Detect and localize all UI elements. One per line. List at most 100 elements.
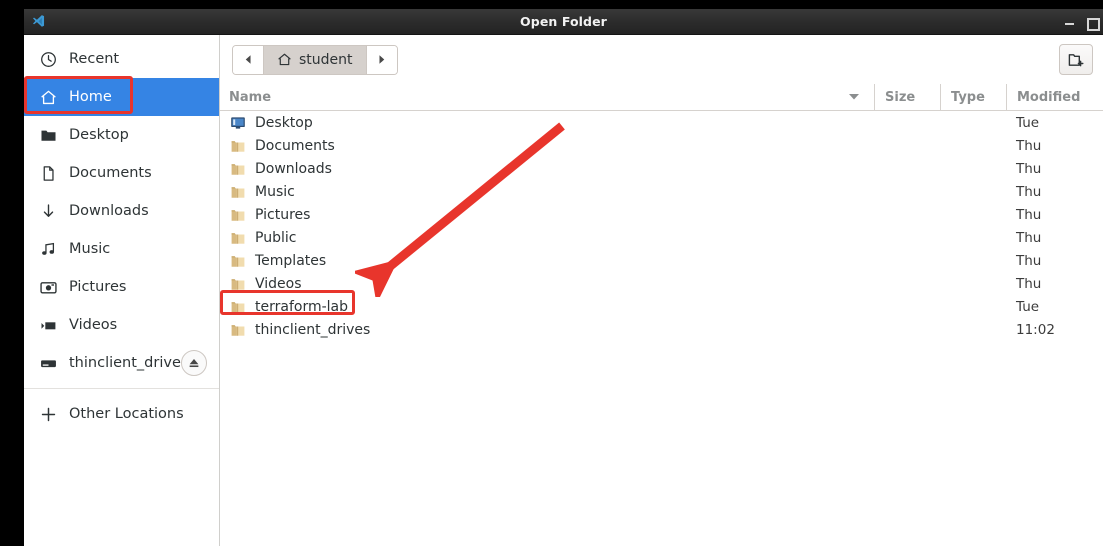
- file-name-label: Documents: [255, 137, 335, 154]
- eject-button[interactable]: [181, 350, 207, 376]
- file-name-cell: Downloads: [220, 161, 874, 177]
- file-name-label: Music: [255, 183, 295, 200]
- file-modified-cell: Thu: [1016, 160, 1042, 177]
- file-modified-cell: Thu: [1016, 229, 1042, 246]
- file-row-music[interactable]: Music Thu: [220, 180, 1103, 203]
- sidebar-item-home[interactable]: Home: [24, 78, 219, 116]
- title-bar: Open Folder: [24, 9, 1103, 35]
- folder-icon: [230, 322, 246, 338]
- new-folder-button[interactable]: [1059, 44, 1093, 75]
- folder-icon: [230, 276, 246, 292]
- column-header-name[interactable]: Name: [220, 84, 874, 110]
- sidebar-item-thinclient-drives[interactable]: thinclient_drives: [24, 344, 219, 382]
- file-name-cell: terraform-lab: [220, 299, 874, 315]
- file-modified-cell: Thu: [1016, 206, 1042, 223]
- sidebar-item-downloads[interactable]: Downloads: [24, 192, 219, 230]
- column-headers: Name Size Type Modified: [220, 84, 1103, 111]
- places-sidebar: Recent Home Desktop Documents Downloads …: [24, 35, 220, 546]
- sidebar-item-label: Pictures: [69, 279, 127, 295]
- file-list[interactable]: Desktop Tue Documents Thu Downloads Thu Music T…: [220, 111, 1103, 546]
- file-modified-cell: Tue: [1016, 114, 1040, 131]
- minimize-button[interactable]: [1064, 17, 1075, 28]
- sidebar-item-label: thinclient_drives: [69, 355, 189, 371]
- column-label: Size: [885, 89, 916, 105]
- column-header-size[interactable]: Size: [874, 84, 940, 110]
- file-name-cell: Public: [220, 230, 874, 246]
- breadcrumb-current[interactable]: student: [263, 45, 367, 74]
- file-row-downloads[interactable]: Downloads Thu: [220, 157, 1103, 180]
- file-modified-cell: Thu: [1016, 252, 1042, 269]
- file-modified-cell: Thu: [1016, 137, 1042, 154]
- sidebar-item-desktop[interactable]: Desktop: [24, 116, 219, 154]
- sidebar-item-recent[interactable]: Recent: [24, 40, 219, 78]
- file-row-pictures[interactable]: Pictures Thu: [220, 203, 1103, 226]
- home-icon: [40, 89, 57, 106]
- column-label: Type: [951, 89, 985, 105]
- path-bar: student: [220, 35, 1103, 84]
- folder-icon: [230, 138, 246, 154]
- sidebar-item-label: Home: [69, 89, 112, 105]
- window-body: Recent Home Desktop Documents Downloads …: [24, 35, 1103, 546]
- sidebar-item-music[interactable]: Music: [24, 230, 219, 268]
- sidebar-divider: [24, 388, 219, 389]
- file-name-label: terraform-lab: [255, 298, 348, 315]
- file-name-label: Pictures: [255, 206, 311, 223]
- breadcrumb-label: student: [299, 51, 353, 68]
- sort-descending-caret-icon: [848, 90, 860, 105]
- file-row-videos[interactable]: Videos Thu: [220, 272, 1103, 295]
- folder-icon: [230, 184, 246, 200]
- folder-icon: [40, 127, 57, 144]
- home-icon: [277, 52, 292, 67]
- plus-icon: [40, 406, 57, 423]
- folder-icon: [230, 299, 246, 315]
- document-icon: [40, 165, 57, 182]
- file-row-desktop[interactable]: Desktop Tue: [220, 111, 1103, 134]
- sidebar-item-other-locations[interactable]: Other Locations: [24, 395, 219, 433]
- window-title: Open Folder: [520, 14, 607, 29]
- file-name-label: Videos: [255, 275, 302, 292]
- file-row-templates[interactable]: Templates Thu: [220, 249, 1103, 272]
- file-row-public[interactable]: Public Thu: [220, 226, 1103, 249]
- sidebar-item-label: Downloads: [69, 203, 149, 219]
- column-label: Name: [229, 89, 272, 105]
- sidebar-item-label: Documents: [69, 165, 152, 181]
- breadcrumb: student: [232, 44, 398, 75]
- vscode-icon: [24, 14, 52, 29]
- file-name-cell: Templates: [220, 253, 874, 269]
- file-row-terraform-lab[interactable]: terraform-lab Tue: [220, 295, 1103, 318]
- folder-icon: [230, 207, 246, 223]
- folder-icon: [230, 161, 246, 177]
- sidebar-item-label: Music: [69, 241, 111, 257]
- download-icon: [40, 203, 57, 220]
- file-row-documents[interactable]: Documents Thu: [220, 134, 1103, 157]
- drive-icon: [40, 355, 57, 372]
- folder-icon: [230, 253, 246, 269]
- file-name-label: thinclient_drives: [255, 321, 371, 338]
- sidebar-item-pictures[interactable]: Pictures: [24, 268, 219, 306]
- file-modified-cell: Thu: [1016, 183, 1042, 200]
- file-name-label: Downloads: [255, 160, 332, 177]
- back-arrow-icon[interactable]: [233, 45, 263, 74]
- file-chooser-window: Open Folder Recent Home Desktop Document…: [24, 9, 1103, 546]
- screen: Open Folder Recent Home Desktop Document…: [0, 0, 1103, 546]
- file-name-cell: Documents: [220, 138, 874, 154]
- window-controls: [1064, 9, 1100, 35]
- video-icon: [40, 317, 57, 334]
- sidebar-item-label: Other Locations: [69, 406, 184, 422]
- sidebar-item-videos[interactable]: Videos: [24, 306, 219, 344]
- maximize-button[interactable]: [1086, 17, 1100, 31]
- column-header-type[interactable]: Type: [940, 84, 1006, 110]
- file-name-label: Public: [255, 229, 297, 246]
- forward-arrow-icon[interactable]: [366, 45, 397, 74]
- file-modified-cell: 11:02: [1016, 321, 1055, 338]
- file-row-thinclient-drives[interactable]: thinclient_drives 11:02: [220, 318, 1103, 341]
- file-name-label: Templates: [255, 252, 327, 269]
- column-header-modified[interactable]: Modified: [1006, 84, 1103, 110]
- file-name-cell: Videos: [220, 276, 874, 292]
- column-label: Modified: [1017, 89, 1081, 105]
- file-name-cell: thinclient_drives: [220, 322, 874, 338]
- file-name-cell: Desktop: [220, 115, 874, 131]
- sidebar-item-documents[interactable]: Documents: [24, 154, 219, 192]
- file-modified-cell: Tue: [1016, 298, 1040, 315]
- file-name-label: Desktop: [255, 114, 313, 131]
